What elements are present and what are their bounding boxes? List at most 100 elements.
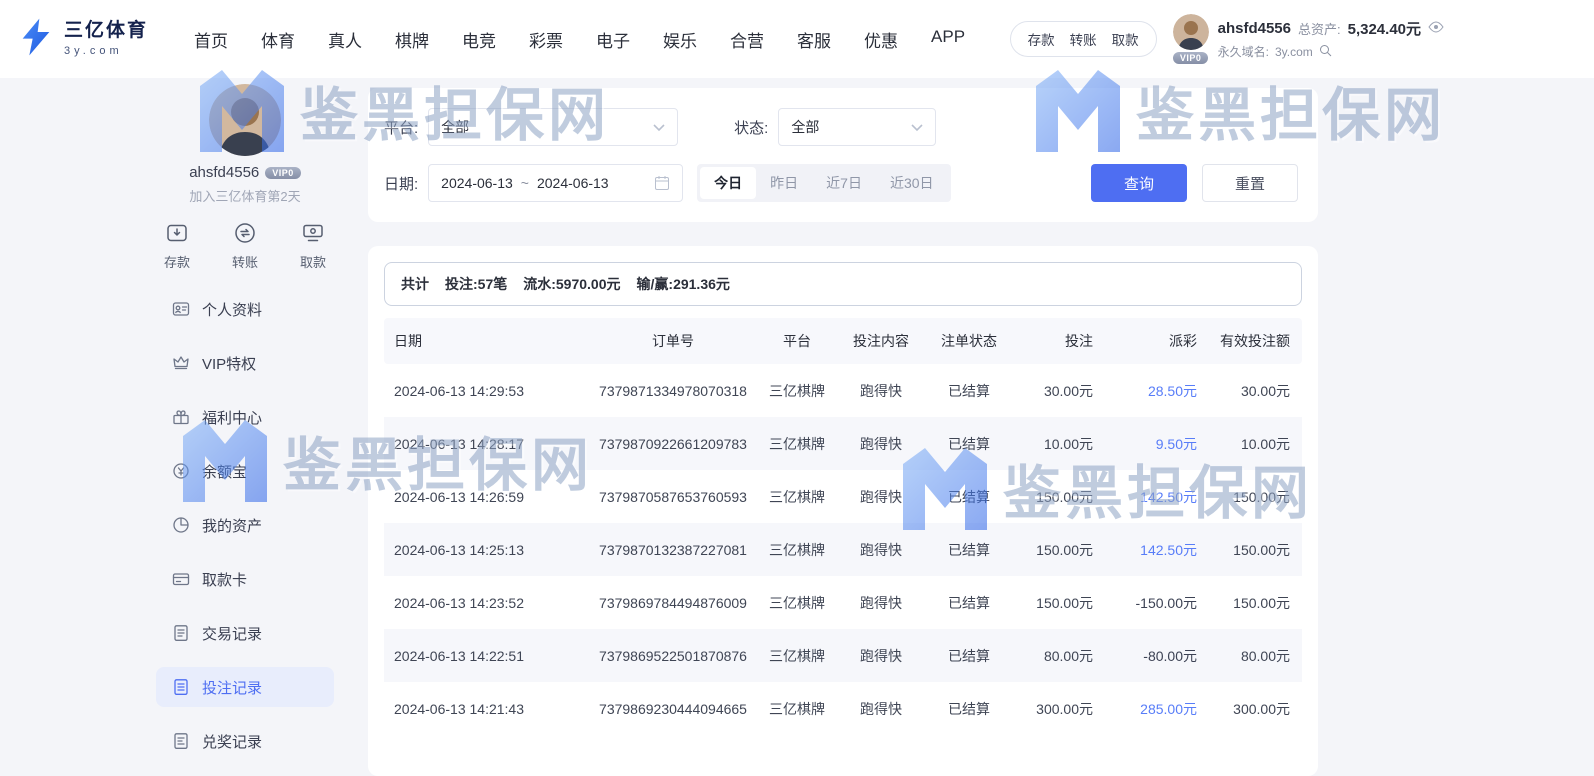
- platform-select[interactable]: 全部: [428, 108, 678, 146]
- eye-icon[interactable]: [1428, 20, 1444, 38]
- table-row: 2024-06-13 14:25:13 7379870132387227081 …: [384, 523, 1302, 576]
- domain-label: 永久域名:: [1218, 43, 1269, 60]
- nav-item-partner[interactable]: 合营: [730, 27, 764, 52]
- nav-item-sports[interactable]: 体育: [261, 27, 295, 52]
- top-navbar: 三亿体育 3y.com 首页 体育 真人 棋牌 电竞 彩票 电子 娱乐 合营 客…: [0, 0, 1594, 78]
- sidebar-item-label: 兑奖记录: [202, 731, 262, 752]
- sidebar-item-bet-records[interactable]: 投注记录: [156, 667, 334, 707]
- cell-payout: 9.50元: [1103, 434, 1207, 454]
- brand-logo[interactable]: 三亿体育 3y.com: [0, 17, 148, 62]
- sidebar-item-assets[interactable]: 我的资产: [156, 505, 334, 545]
- sidebar: ahsfd4556 VIP0 加入三亿体育第2天 存款 转账 取款 个人资料: [156, 78, 334, 775]
- cell-valid: 80.00元: [1207, 646, 1300, 666]
- sidebar-username: ahsfd4556: [189, 164, 259, 181]
- quick-withdraw-button[interactable]: 取款: [300, 221, 326, 271]
- table-row: 2024-06-13 14:29:53 7379871334978070318 …: [384, 364, 1302, 417]
- search-icon[interactable]: [1319, 44, 1332, 60]
- status-select[interactable]: 全部: [778, 108, 936, 146]
- reset-button[interactable]: 重置: [1202, 164, 1298, 202]
- summary-turnover: 流水:5970.00元: [523, 274, 620, 294]
- cell-order: 7379869230444094665: [589, 701, 757, 717]
- bank-card-icon: [172, 570, 190, 588]
- transfer-icon: [233, 221, 257, 248]
- assets-label: 总资产:: [1298, 19, 1341, 38]
- cell-content: 跑得快: [837, 593, 925, 613]
- cell-date: 2024-06-13 14:29:53: [384, 383, 589, 399]
- cell-platform: 三亿棋牌: [757, 540, 837, 560]
- range-today-button[interactable]: 今日: [700, 167, 756, 199]
- cell-bet: 80.00元: [1013, 646, 1103, 666]
- quick-deposit-button[interactable]: 存款: [164, 221, 190, 271]
- nav-item-home[interactable]: 首页: [194, 27, 228, 52]
- date-from-value: 2024-06-13: [441, 175, 513, 191]
- status-label: 状态:: [734, 117, 768, 138]
- col-bet: 投注: [1013, 331, 1103, 351]
- cell-content: 跑得快: [837, 434, 925, 454]
- logo-bolt-icon: [16, 17, 56, 62]
- nav-item-promo[interactable]: 优惠: [864, 27, 898, 52]
- cell-platform: 三亿棋牌: [757, 593, 837, 613]
- nav-item-entertainment[interactable]: 娱乐: [663, 27, 697, 52]
- transfer-link[interactable]: 转账: [1070, 29, 1097, 49]
- range-yesterday-button[interactable]: 昨日: [756, 167, 812, 199]
- username: ahsfd4556: [1218, 20, 1291, 37]
- platform-label: 平台:: [384, 117, 418, 138]
- range-7days-button[interactable]: 近7日: [812, 167, 876, 199]
- cell-platform: 三亿棋牌: [757, 646, 837, 666]
- cell-bet: 30.00元: [1013, 381, 1103, 401]
- summary-bet-count: 投注:57笔: [445, 274, 507, 294]
- col-date: 日期: [384, 331, 589, 351]
- nav-item-lottery[interactable]: 彩票: [529, 27, 563, 52]
- wallet-actions-pill: 存款 转账 取款: [1010, 21, 1157, 57]
- sidebar-item-withdraw-card[interactable]: 取款卡: [156, 559, 334, 599]
- cell-content: 跑得快: [837, 646, 925, 666]
- sidebar-item-yuebao[interactable]: 余额宝: [156, 451, 334, 491]
- table-row: 2024-06-13 14:28:17 7379870922661209783 …: [384, 417, 1302, 470]
- nav-item-esports[interactable]: 电竞: [462, 27, 496, 52]
- cell-status: 已结算: [925, 699, 1013, 719]
- sidebar-menu: 个人资料 VIP特权 福利中心 余额宝 我的资产 取款卡 交易记录 投注记录: [156, 289, 334, 761]
- sidebar-item-redeem-records[interactable]: 兑奖记录: [156, 721, 334, 761]
- sidebar-item-transactions[interactable]: 交易记录: [156, 613, 334, 653]
- col-order: 订单号: [589, 331, 757, 351]
- sidebar-item-welfare[interactable]: 福利中心: [156, 397, 334, 437]
- table-row: 2024-06-13 14:23:52 7379869784494876009 …: [384, 576, 1302, 629]
- range-30days-button[interactable]: 近30日: [876, 167, 948, 199]
- nav-item-live[interactable]: 真人: [328, 27, 362, 52]
- cell-bet: 150.00元: [1013, 593, 1103, 613]
- sidebar-item-vip[interactable]: VIP特权: [156, 343, 334, 383]
- col-payout: 派彩: [1103, 331, 1207, 351]
- avatar[interactable]: [1173, 14, 1209, 50]
- deposit-link[interactable]: 存款: [1028, 29, 1055, 49]
- brand-domain: 3y.com: [64, 45, 148, 57]
- bet-records-table: 日期 订单号 平台 投注内容 注单状态 投注 派彩 有效投注额 2024-06-…: [384, 318, 1302, 735]
- quick-transfer-button[interactable]: 转账: [232, 221, 258, 271]
- cell-valid: 30.00元: [1207, 381, 1300, 401]
- cell-valid: 150.00元: [1207, 540, 1300, 560]
- filter-card: 平台: 全部 状态: 全部 日期: 2024-06-13 ~ 2024-06-1…: [368, 88, 1318, 222]
- withdraw-link[interactable]: 取款: [1112, 29, 1139, 49]
- cell-status: 已结算: [925, 434, 1013, 454]
- sidebar-item-label: 个人资料: [202, 299, 262, 320]
- date-range-picker[interactable]: 2024-06-13 ~ 2024-06-13: [428, 164, 683, 202]
- nav-item-slots[interactable]: 电子: [596, 27, 630, 52]
- table-header-row: 日期 订单号 平台 投注内容 注单状态 投注 派彩 有效投注额: [384, 318, 1302, 364]
- cell-bet: 10.00元: [1013, 434, 1103, 454]
- sidebar-item-profile[interactable]: 个人资料: [156, 289, 334, 329]
- nav-item-support[interactable]: 客服: [797, 27, 831, 52]
- cell-date: 2024-06-13 14:23:52: [384, 595, 589, 611]
- nav-item-chess[interactable]: 棋牌: [395, 27, 429, 52]
- table-row: 2024-06-13 14:22:51 7379869522501870876 …: [384, 629, 1302, 682]
- join-days-text: 加入三亿体育第2天: [156, 186, 334, 205]
- sidebar-item-label: VIP特权: [202, 353, 256, 374]
- sidebar-vip-badge: VIP0: [265, 167, 301, 179]
- profile-avatar[interactable]: [209, 84, 281, 156]
- cell-bet: 150.00元: [1013, 487, 1103, 507]
- nav-item-app[interactable]: APP: [931, 27, 965, 52]
- brand-name: 三亿体育: [64, 21, 148, 42]
- cell-order: 7379870587653760593: [589, 489, 757, 505]
- cell-bet: 300.00元: [1013, 699, 1103, 719]
- summary-total-label: 共计: [401, 274, 429, 294]
- date-to-value: 2024-06-13: [537, 175, 609, 191]
- search-button[interactable]: 查询: [1091, 164, 1187, 202]
